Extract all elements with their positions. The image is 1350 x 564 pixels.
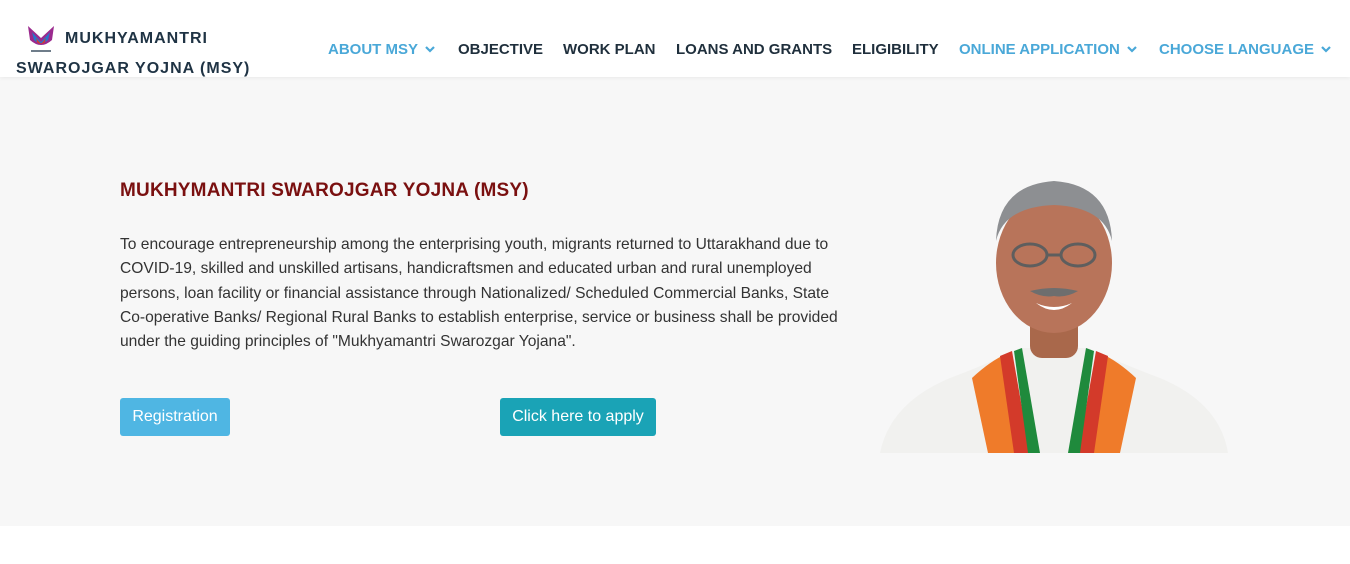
nav-loans-and-grants-label: LOANS AND GRANTS — [676, 40, 833, 58]
nav-about-msy-label: ABOUT MSY — [328, 40, 418, 58]
uttarakhand-emblem-icon[interactable] — [22, 20, 60, 58]
nav-eligibility-label: ELIGIBILITY — [852, 40, 939, 58]
chief-minister-portrait — [880, 163, 1228, 453]
nav-choose-language-label: CHOOSE LANGUAGE — [1159, 40, 1315, 58]
nav-objective-label: OBJECTIVE — [458, 40, 544, 58]
nav-objective[interactable]: OBJECTIVE — [458, 40, 543, 58]
chevron-down-icon — [1320, 43, 1332, 55]
nav-loans-and-grants[interactable]: LOANS AND GRANTS — [676, 40, 832, 58]
brand-title-line-1[interactable]: MUKHYAMANTRI — [65, 30, 208, 48]
nav-work-plan[interactable]: WORK PLAN — [563, 40, 656, 58]
registration-button[interactable]: Registration — [120, 398, 230, 436]
nav-about-msy[interactable]: ABOUT MSY — [328, 40, 436, 58]
chevron-down-icon — [1126, 43, 1138, 55]
nav-choose-language[interactable]: CHOOSE LANGUAGE — [1159, 40, 1332, 58]
nav-online-application[interactable]: ONLINE APPLICATION — [959, 40, 1138, 58]
hero-description: To encourage entrepreneurship among the … — [120, 236, 838, 351]
hero-section: MUKHYMANTRI SWAROJGAR YOJNA (MSY) To enc… — [0, 77, 1350, 526]
nav-eligibility[interactable]: ELIGIBILITY — [852, 40, 939, 58]
site-header: MUKHYAMANTRI SWAROJGAR YOJNA (MSY) ABOUT… — [0, 0, 1350, 77]
chevron-down-icon — [424, 43, 436, 55]
apply-button[interactable]: Click here to apply — [500, 398, 656, 436]
hero-title: MUKHYMANTRI SWAROJGAR YOJNA (MSY) — [120, 180, 529, 201]
nav-online-application-label: ONLINE APPLICATION — [959, 40, 1120, 58]
nav-work-plan-label: WORK PLAN — [563, 40, 656, 58]
brand-title-line-2[interactable]: SWAROJGAR YOJNA (MSY) — [16, 60, 250, 78]
